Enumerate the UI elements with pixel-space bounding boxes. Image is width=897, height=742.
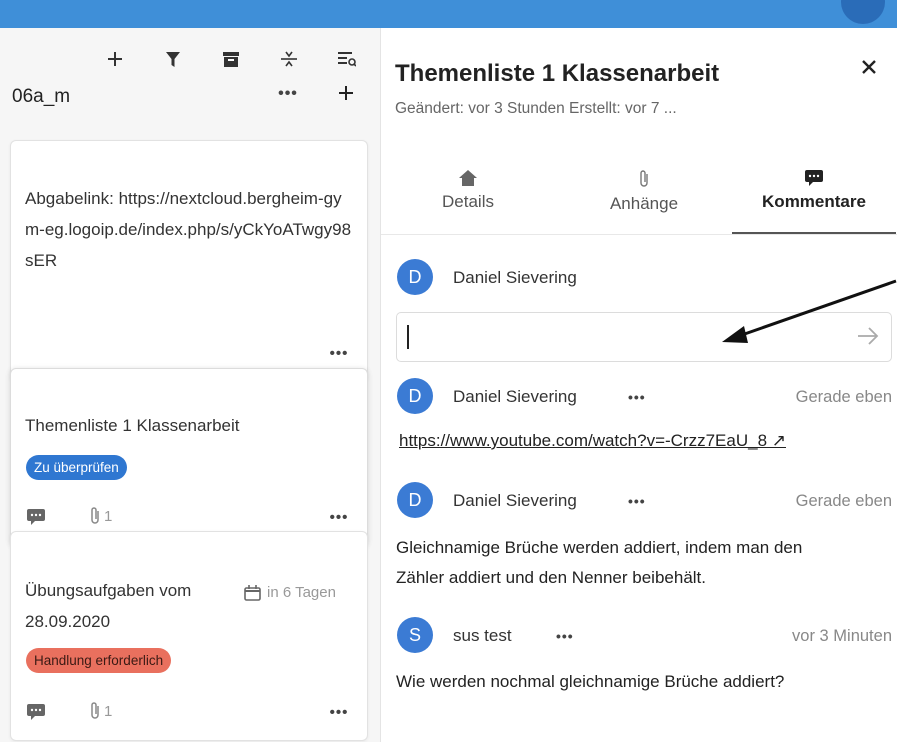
board-toolbar xyxy=(0,46,380,72)
comment-author: Daniel Sievering xyxy=(453,387,577,406)
tab-attachments[interactable]: Anhänge xyxy=(590,170,698,234)
comment-input[interactable] xyxy=(396,312,892,362)
card-title: Übungsaufgaben vom 28.09.2020 xyxy=(25,581,192,631)
stack-title[interactable]: 06a_m xyxy=(12,86,70,108)
comment-text: Wie werden nochmal gleichnamige Brüche a… xyxy=(396,672,785,691)
comment-time: vor 3 Minuten xyxy=(792,627,892,645)
send-button[interactable] xyxy=(857,326,879,351)
card-title: Themenliste 1 Klassenarbeit xyxy=(25,416,240,435)
card-menu-button[interactable]: ••• xyxy=(327,507,351,527)
tab-label: Details xyxy=(442,192,494,211)
archive-icon[interactable] xyxy=(218,46,244,72)
stack-menu-button[interactable]: ••• xyxy=(276,82,300,106)
view-list-icon[interactable] xyxy=(334,46,360,72)
attachments-indicator: 1 xyxy=(89,506,112,526)
text-cursor xyxy=(407,325,409,349)
card-menu-button[interactable]: ••• xyxy=(327,702,351,722)
card-uebungsaufgaben[interactable]: Übungsaufgaben vom 28.09.2020 1 ••• xyxy=(10,531,368,741)
home-icon xyxy=(459,170,477,186)
label-badge: Handlung erforderlich xyxy=(26,648,172,673)
label-badge: Zu überprüfen xyxy=(26,455,127,480)
tab-comments[interactable]: Kommentare xyxy=(732,170,896,234)
card-detail-title[interactable]: Themenliste 1 Klassenarbeit xyxy=(395,60,719,88)
attachment-count: 1 xyxy=(104,507,113,525)
add-card-button[interactable] xyxy=(334,80,358,106)
app-header xyxy=(0,0,897,28)
avatar: D xyxy=(397,378,433,414)
comment-icon xyxy=(27,704,45,720)
comment-author: Daniel Sievering xyxy=(453,491,577,510)
tab-divider xyxy=(381,234,897,235)
card-menu-button[interactable]: ••• xyxy=(327,343,351,363)
tab-label: Anhänge xyxy=(609,194,679,213)
paperclip-icon xyxy=(91,702,99,719)
comment-text: Zähler addiert und den Nenner beibehält. xyxy=(396,568,706,587)
paperclip-icon xyxy=(640,170,648,187)
comment-menu-button[interactable]: ••• xyxy=(556,628,574,644)
tab-label: Kommentare xyxy=(762,192,866,211)
avatar: D xyxy=(397,482,433,518)
add-icon[interactable] xyxy=(102,46,128,72)
comment-icon xyxy=(27,509,45,525)
collapse-icon[interactable] xyxy=(276,46,302,72)
close-icon xyxy=(862,60,876,74)
card-title: Abgabelink: https://nextcloud.bergheim-g… xyxy=(25,189,352,270)
card-detail-subtitle: Geändert: vor 3 Stunden Erstellt: vor 7 … xyxy=(395,100,677,117)
active-tab-indicator xyxy=(732,232,896,234)
avatar: D xyxy=(397,259,433,295)
comment-menu-button[interactable]: ••• xyxy=(628,493,646,509)
comment-menu-button[interactable]: ••• xyxy=(628,389,646,405)
card-abgabelink[interactable]: Abgabelink: https://nextcloud.bergheim-g… xyxy=(10,140,368,382)
current-user-name: Daniel Sievering xyxy=(453,268,577,287)
comments-indicator xyxy=(27,509,45,525)
comment-time: Gerade eben xyxy=(795,492,892,510)
comments-indicator xyxy=(27,704,45,720)
due-date-text: in 6 Tagen xyxy=(267,584,336,601)
comment-text: Gleichnamige Brüche werden addiert, inde… xyxy=(396,538,803,557)
paperclip-icon xyxy=(91,507,99,524)
attachment-count: 1 xyxy=(104,702,113,720)
filter-icon[interactable] xyxy=(160,46,186,72)
tab-details[interactable]: Details xyxy=(420,170,516,234)
comment-time: Gerade eben xyxy=(795,388,892,406)
user-avatar[interactable] xyxy=(841,0,885,24)
comment-author: sus test xyxy=(453,626,512,645)
due-date: in 6 Tagen xyxy=(244,584,336,601)
close-button[interactable] xyxy=(856,54,882,80)
avatar: S xyxy=(397,617,433,653)
comment-icon xyxy=(805,170,823,186)
calendar-icon xyxy=(244,584,261,601)
arrow-right-icon xyxy=(858,327,879,345)
attachments-indicator: 1 xyxy=(89,701,112,721)
comment-link[interactable]: https://www.youtube.com/watch?v=-Crzz7Ea… xyxy=(399,431,786,451)
